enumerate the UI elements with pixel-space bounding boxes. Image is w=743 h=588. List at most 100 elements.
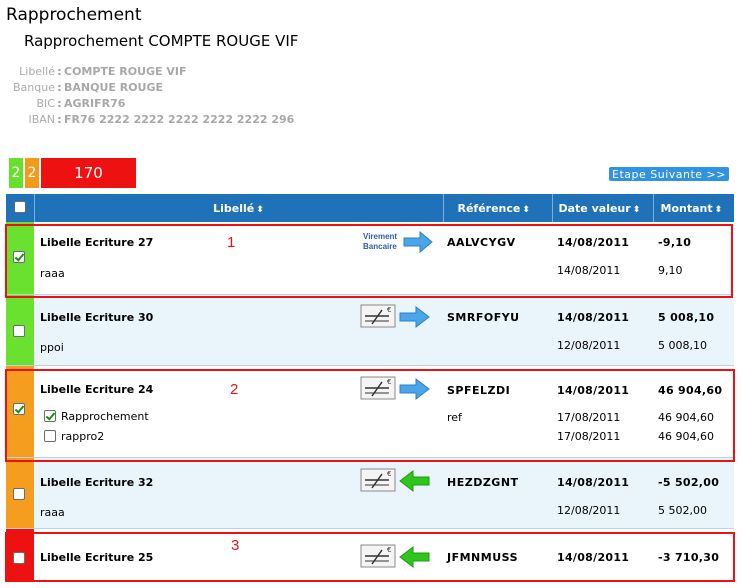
libelle-cell: Libelle Ecriture 24 € Rapprochement rapp… — [34, 365, 443, 458]
row-checkbox[interactable] — [13, 487, 25, 500]
column-header-reference[interactable]: Référence ⬍ — [443, 194, 553, 222]
info-label: BIC — [36, 97, 55, 110]
libelle-cell: Libelle Ecriture 32 € raaa — [34, 457, 443, 529]
table-row: Libelle Ecriture 27 Virement Bancaire ra… — [6, 222, 734, 295]
info-value: AGRIFR76 — [64, 97, 126, 110]
row-status-bar — [6, 528, 34, 582]
amount-value: 46 904,60 — [658, 383, 723, 397]
row-status-bar — [6, 222, 34, 295]
amount-value: -3 710,30 — [658, 550, 720, 564]
row-checkbox[interactable] — [13, 551, 25, 564]
amount-cell: 5 008,10 5 008,10 — [653, 294, 734, 366]
counter-orange: 2 — [25, 158, 39, 188]
row-title: Libelle Ecriture 25 — [40, 550, 154, 564]
date-cell: 14/08/2011 12/08/2011 — [552, 457, 653, 529]
reference-cell: HEZDZGNT — [443, 457, 552, 529]
match-option-checkbox[interactable] — [44, 430, 56, 442]
svg-text:€: € — [387, 306, 391, 314]
info-value: BANQUE ROUGE — [64, 81, 164, 94]
cheque-icon: € — [360, 303, 434, 334]
date-cell: 14/08/2011 17/08/2011 17/08/2011 — [552, 365, 653, 458]
reference-value: SMRFOFYU — [447, 310, 520, 324]
reference-value: SPFELZDI — [447, 383, 511, 397]
date-cell: 14/08/2011 12/08/2011 — [552, 294, 653, 366]
table-row: Libelle Ecriture 25 € JFMNMUSS 14/08/201… — [6, 528, 734, 582]
account-info: Libellé: COMPTE ROUGE VIF Banque: BANQUE R… — [6, 64, 294, 128]
amount-cell: 46 904,60 46 904,60 46 904,60 — [653, 365, 734, 458]
info-label: Libellé — [19, 65, 55, 78]
row-title: Libelle Ecriture 32 — [40, 475, 154, 489]
amount-cell: -9,10 9,10 — [653, 222, 734, 295]
column-header-date[interactable]: Date valeur ⬍ — [552, 194, 654, 222]
counter-green: 2 — [9, 158, 23, 188]
counter-red: 170 — [41, 158, 136, 188]
reference-value: HEZDZGNT — [447, 475, 519, 489]
row-subtitle: raaa — [40, 267, 65, 280]
match-option-label: rappro2 — [61, 429, 105, 443]
date-sub-value: 14/08/2011 — [557, 264, 621, 277]
svg-text:€: € — [387, 546, 391, 554]
next-step-button[interactable]: Etape Suivante >> — [609, 167, 729, 181]
date-value: 14/08/2011 — [557, 550, 630, 564]
cheque-icon: € — [360, 467, 434, 498]
row-title: Libelle Ecriture 24 — [40, 382, 154, 396]
row-checkbox[interactable] — [13, 324, 25, 337]
date-value: 14/08/2011 — [557, 310, 630, 324]
virement-bancaire-icon: Virement Bancaire — [362, 229, 434, 258]
reference-cell: AALVCYGV — [443, 222, 552, 295]
match-option[interactable]: Rapprochement — [44, 410, 149, 423]
column-header-montant[interactable]: Montant ⬍ — [653, 194, 734, 222]
row-subtitle: raaa — [40, 505, 65, 519]
cheque-icon: € — [360, 543, 434, 574]
table-row: Libelle Ecriture 24 € Rapprochement rapp… — [6, 365, 734, 458]
sort-icon: ⬍ — [714, 204, 723, 215]
date-cell: 14/08/2011 — [552, 528, 653, 582]
date-cell: 14/08/2011 14/08/2011 — [552, 222, 653, 295]
select-all-checkbox[interactable] — [13, 200, 26, 213]
info-label: IBAN — [28, 113, 55, 126]
row-status-bar — [6, 457, 34, 529]
amount-value: -5 502,00 — [658, 475, 720, 489]
reference-value: AALVCYGV — [447, 236, 516, 249]
reference-cell: SMRFOFYU — [443, 294, 552, 366]
annotation-number: 3 — [231, 537, 240, 554]
select-all-header — [6, 194, 35, 222]
row-checkbox[interactable] — [13, 402, 25, 415]
libelle-cell: Libelle Ecriture 27 Virement Bancaire ra… — [34, 222, 443, 295]
sort-icon: ⬍ — [256, 204, 264, 215]
svg-text:Bancaire: Bancaire — [363, 242, 397, 251]
date-sub-value: 12/08/2011 — [557, 503, 621, 517]
cheque-icon: € — [360, 375, 434, 406]
reference-value: JFMNMUSS — [447, 550, 518, 564]
date-sub-value: 17/08/2011 — [557, 410, 621, 424]
date-value: 14/08/2011 — [557, 475, 630, 489]
reference-cell: SPFELZDI ref — [443, 365, 552, 458]
annotation-number: 2 — [230, 381, 239, 398]
row-checkbox[interactable] — [13, 251, 25, 263]
row-status-bar — [6, 365, 34, 458]
column-header-libelle[interactable]: Libellé ⬍ — [34, 194, 444, 222]
info-value: FR76 2222 2222 2222 2222 2222 296 — [64, 113, 295, 126]
amount-cell: -5 502,00 5 502,00 — [653, 457, 734, 529]
table-row: Libelle Ecriture 32 € raaa HEZDZGNT 14/0… — [6, 457, 734, 529]
info-label: Banque — [13, 81, 55, 94]
amount-sub-value: 46 904,60 — [658, 429, 714, 443]
svg-text:€: € — [387, 378, 391, 386]
row-title: Libelle Ecriture 30 — [40, 310, 154, 324]
date-sub-value: 17/08/2011 — [557, 429, 621, 443]
reference-sub-value: ref — [447, 410, 462, 424]
match-option-label: Rapprochement — [61, 409, 149, 423]
svg-text:€: € — [387, 470, 391, 478]
amount-sub-value: 5 008,10 — [658, 338, 707, 352]
svg-text:Virement: Virement — [363, 232, 397, 241]
match-option[interactable]: rappro2 — [44, 430, 104, 443]
libelle-cell: Libelle Ecriture 30 € ppoi — [34, 294, 443, 366]
row-status-bar — [6, 294, 34, 366]
match-option-checkbox[interactable] — [44, 410, 56, 422]
amount-cell: -3 710,30 — [653, 528, 734, 582]
date-sub-value: 12/08/2011 — [557, 338, 621, 352]
amount-sub-value: 46 904,60 — [658, 410, 714, 424]
date-value: 14/08/2011 — [557, 383, 630, 397]
amount-value: -9,10 — [658, 236, 692, 249]
page-title: Rapprochement COMPTE ROUGE VIF — [24, 32, 299, 50]
